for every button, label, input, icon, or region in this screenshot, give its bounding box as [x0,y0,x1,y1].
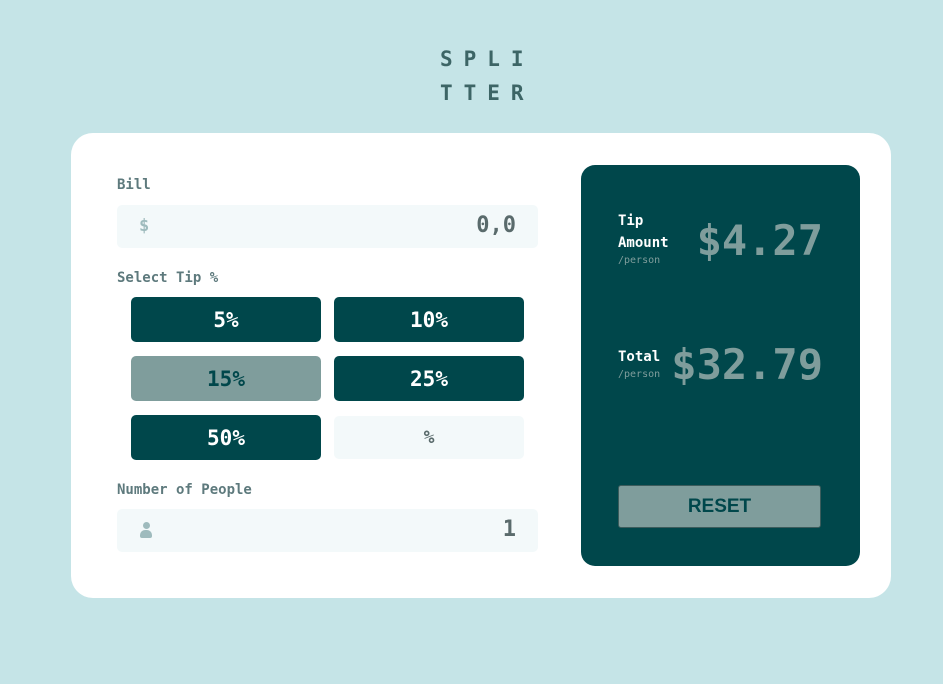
tip-amount-label: Tip Amount [618,213,669,251]
people-label: Number of People [117,482,252,498]
reset-button[interactable]: RESET [618,485,821,528]
custom-tip-input[interactable]: % [334,416,524,459]
tip-button-15[interactable]: 15% [131,356,321,401]
logo-line-1: SPLI [440,47,535,71]
total-label: Total [618,349,661,365]
tip-amount-value: $4.27 [696,216,823,265]
people-value[interactable]: 1 [503,517,516,542]
app-logo: SPLI TTER [440,42,540,110]
person-icon [140,522,152,538]
calculator-card: Bill $ 0,0 Select Tip % 5% 10% 15% 25% 5… [71,133,891,598]
bill-value[interactable]: 0,0 [476,213,516,238]
tip-button-10[interactable]: 10% [334,297,524,342]
tip-per-person-label: /person [618,255,661,266]
tip-button-25[interactable]: 25% [334,356,524,401]
total-per-person-label: /person [618,369,661,380]
logo-line-2: TTER [440,81,535,105]
tip-button-50[interactable]: 50% [131,415,321,460]
total-value: $32.79 [671,340,823,389]
dollar-icon: $ [139,216,150,236]
bill-input[interactable]: $ 0,0 [117,205,538,248]
bill-label: Bill [117,177,151,193]
results-panel: Tip Amount /person $4.27 Total /person $… [581,165,860,566]
select-tip-label: Select Tip % [117,270,219,286]
people-input[interactable]: 1 [117,509,538,552]
tip-button-5[interactable]: 5% [131,297,321,342]
